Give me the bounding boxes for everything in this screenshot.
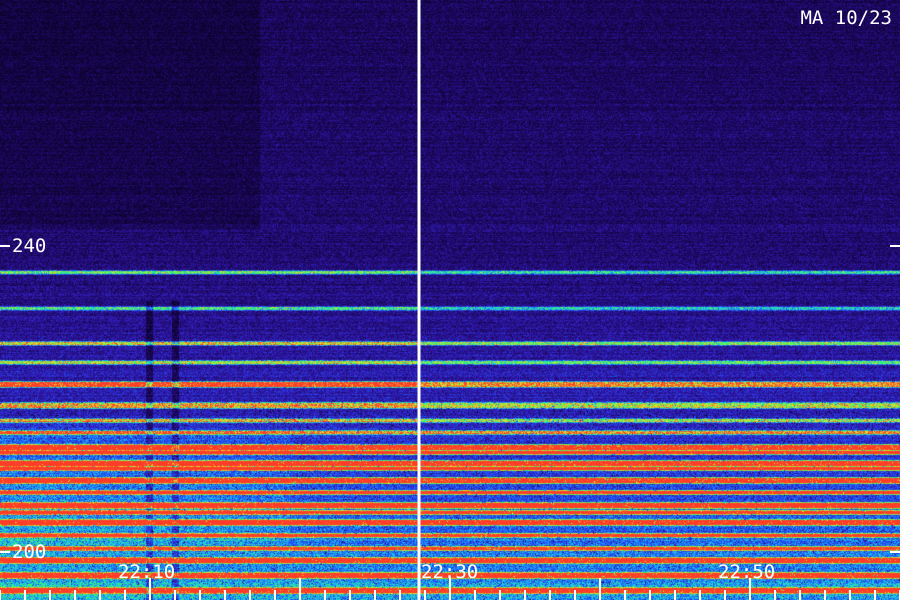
spectrogram-overlay: 240 200 22:10 22:30 22:50 MA 10/23 <box>0 0 900 600</box>
spectrogram-display: 240 200 22:10 22:30 22:50 MA 10/23 <box>0 0 900 600</box>
freq-label-240: 240 <box>12 235 46 257</box>
freq-label-200: 200 <box>12 541 46 563</box>
time-label-2250: 22:50 <box>718 561 775 583</box>
time-label-2210: 22:10 <box>118 561 175 583</box>
station-date-stamp: MA 10/23 <box>800 7 892 29</box>
time-label-2230: 22:30 <box>421 561 478 583</box>
